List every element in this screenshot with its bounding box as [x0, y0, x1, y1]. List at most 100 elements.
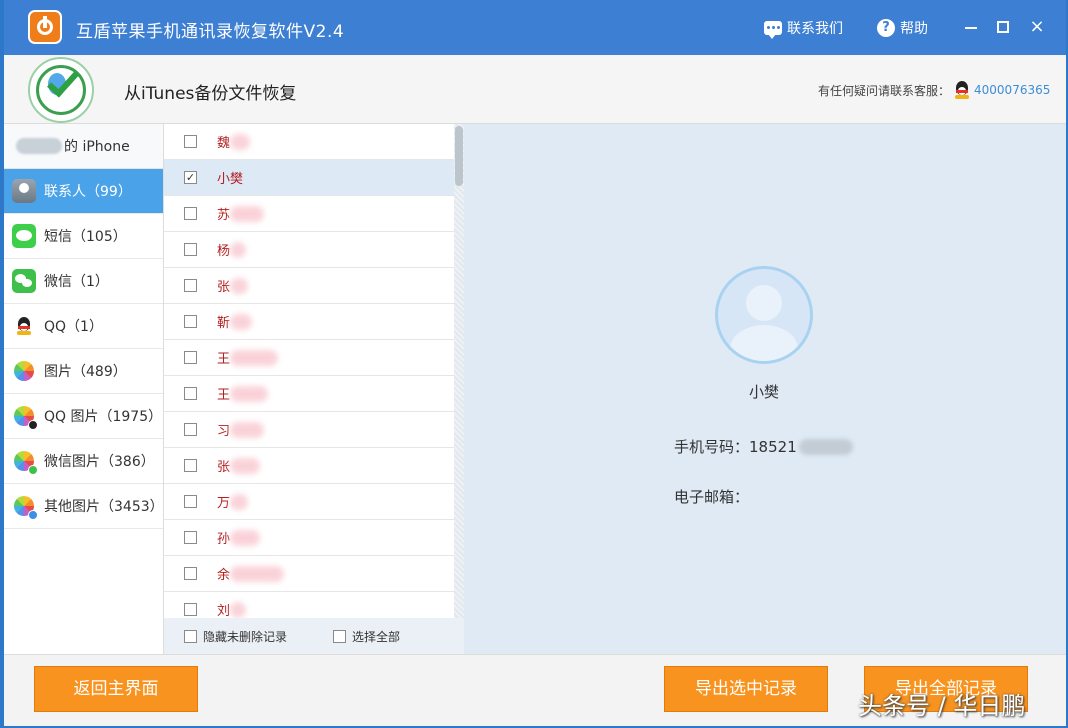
contact-us-label: 联系我们 — [787, 21, 843, 37]
contact-checkbox[interactable] — [184, 495, 197, 508]
contact-row[interactable]: 张 — [164, 268, 464, 304]
contact-checkbox[interactable] — [184, 279, 197, 292]
photos-icon — [12, 359, 36, 383]
contact-name: 王 — [217, 352, 231, 367]
qq-photos-icon — [12, 404, 38, 430]
export-selected-button[interactable]: 导出选中记录 — [664, 666, 828, 712]
contact-name: 小樊 — [217, 172, 244, 187]
sidebar-item-label: QQ 图片（1975） — [44, 409, 163, 425]
email-label: 电子邮箱： — [674, 488, 750, 506]
contact-row[interactable]: 王 — [164, 340, 464, 376]
sidebar-item-label: QQ（1） — [44, 319, 103, 335]
window-title: 互盾苹果手机通讯录恢复软件V2.4 — [76, 22, 345, 42]
header: 从iTunes备份文件恢复 有任何疑问请联系客服： 4000076365 — [4, 55, 1066, 124]
contact-row[interactable]: 苏 — [164, 196, 464, 232]
privacy-mask — [230, 530, 260, 546]
privacy-mask — [230, 278, 248, 294]
contact-row[interactable]: 张 — [164, 448, 464, 484]
privacy-mask — [230, 206, 264, 222]
contact-row[interactable]: 孙 — [164, 520, 464, 556]
watermark: 头条号 / 华日鹏 — [858, 692, 1026, 720]
contact-row[interactable]: 习 — [164, 412, 464, 448]
hide-undeleted-option[interactable]: 隐藏未删除记录 — [164, 628, 287, 645]
sidebar-item-contacts[interactable]: 联系人（99） — [4, 169, 163, 214]
contact-row[interactable]: 万 — [164, 484, 464, 520]
itunes-check-logo-icon — [28, 57, 94, 123]
contact-list[interactable]: 魏 ✓ 小樊苏杨张靳王王习张万孙余刘 — [164, 124, 464, 618]
select-all-option[interactable]: 选择全部 — [287, 628, 400, 645]
contact-list-footer: 隐藏未删除记录 选择全部 — [164, 618, 464, 654]
back-to-main-button[interactable]: 返回主界面 — [34, 666, 198, 712]
contact-row[interactable]: 魏 — [164, 124, 464, 160]
contact-name: 杨 — [217, 244, 231, 259]
maximize-button[interactable] — [990, 14, 1016, 40]
sidebar-item-label: 联系人（99） — [44, 184, 132, 200]
contact-checkbox[interactable] — [184, 531, 197, 544]
contact-checkbox[interactable] — [184, 135, 197, 148]
contact-checkbox[interactable] — [184, 387, 197, 400]
help-icon: ? — [877, 19, 895, 37]
contact-name: 习 — [217, 424, 231, 439]
contact-checkbox[interactable] — [184, 351, 197, 364]
select-all-label: 选择全部 — [352, 629, 401, 644]
select-all-checkbox[interactable] — [333, 629, 347, 643]
privacy-mask — [230, 134, 250, 150]
contact-checkbox[interactable] — [184, 459, 197, 472]
support-label: 有任何疑问请联系客服： — [818, 83, 951, 98]
wechat-icon — [12, 269, 36, 293]
contact-row[interactable]: ✓ 小樊 — [164, 160, 464, 196]
email-field: 电子邮箱： — [674, 486, 749, 507]
title-bar[interactable]: 互盾苹果手机通讯录恢复软件V2.4 联系我们 ? 帮助 × — [4, 0, 1066, 55]
contact-row[interactable]: 余 — [164, 556, 464, 592]
phone-mask — [798, 438, 853, 455]
sidebar-item-label: 其他图片（3453） — [44, 499, 164, 515]
qq-icon — [954, 81, 970, 99]
phone-field: 手机号码： 18521 — [674, 436, 853, 457]
contact-detail-pane: 小樊 手机号码： 18521 电子邮箱： — [464, 124, 1066, 654]
privacy-mask — [230, 422, 264, 438]
contact-name: 小樊 — [748, 383, 779, 401]
sidebar-item-label: 图片（489） — [44, 364, 127, 380]
contact-row[interactable]: 杨 — [164, 232, 464, 268]
contact-row[interactable]: 王 — [164, 376, 464, 412]
contact-name: 刘 — [217, 604, 231, 618]
contact-checkbox[interactable] — [184, 207, 197, 220]
phone-label: 手机号码： — [674, 438, 750, 456]
contact-name: 余 — [217, 568, 231, 583]
sidebar-item-qq-photos[interactable]: QQ 图片（1975） — [4, 394, 163, 439]
sidebar-item-wechat[interactable]: 微信（1） — [4, 259, 163, 304]
close-button[interactable]: × — [1024, 14, 1050, 40]
sidebar-item-label: 微信图片（386） — [44, 454, 155, 470]
contact-name: 魏 — [217, 136, 231, 151]
maximize-icon — [997, 21, 1009, 33]
contact-checkbox[interactable] — [184, 315, 197, 328]
sidebar-item-messages[interactable]: 短信（105） — [4, 214, 163, 259]
contact-checkbox[interactable] — [184, 243, 197, 256]
scrollbar-thumb[interactable] — [455, 126, 463, 186]
hide-undeleted-checkbox[interactable] — [184, 629, 197, 643]
contact-row[interactable]: 靳 — [164, 304, 464, 340]
privacy-mask — [230, 458, 260, 474]
sidebar-item-qq[interactable]: QQ（1） — [4, 304, 163, 349]
contacts-icon — [12, 179, 36, 203]
help-button[interactable]: ? 帮助 — [877, 18, 928, 38]
contact-us-button[interactable]: 联系我们 — [764, 18, 843, 39]
sidebar-item-photos[interactable]: 图片（489） — [4, 349, 163, 394]
minimize-button[interactable] — [958, 14, 984, 40]
privacy-mask — [230, 602, 246, 618]
contact-checkbox[interactable] — [184, 567, 197, 580]
contact-avatar-icon — [715, 266, 813, 364]
contact-row[interactable]: 刘 — [164, 592, 464, 618]
chat-icon — [764, 21, 782, 39]
sidebar-item-other-photos[interactable]: 其他图片（3453） — [4, 484, 164, 529]
support-number-link[interactable]: 4000076365 — [974, 83, 1050, 97]
contact-checkbox[interactable] — [184, 423, 197, 436]
contact-list-scrollbar[interactable] — [454, 124, 464, 618]
contact-name: 靳 — [217, 316, 231, 331]
support-info: 有任何疑问请联系客服： 4000076365 — [818, 81, 1050, 99]
help-label: 帮助 — [900, 21, 928, 37]
contact-checkbox[interactable]: ✓ — [184, 171, 197, 184]
contact-checkbox[interactable] — [184, 603, 197, 616]
sidebar-item-label: 短信（105） — [44, 229, 127, 245]
sidebar-item-wechat-photos[interactable]: 微信图片（386） — [4, 439, 163, 484]
